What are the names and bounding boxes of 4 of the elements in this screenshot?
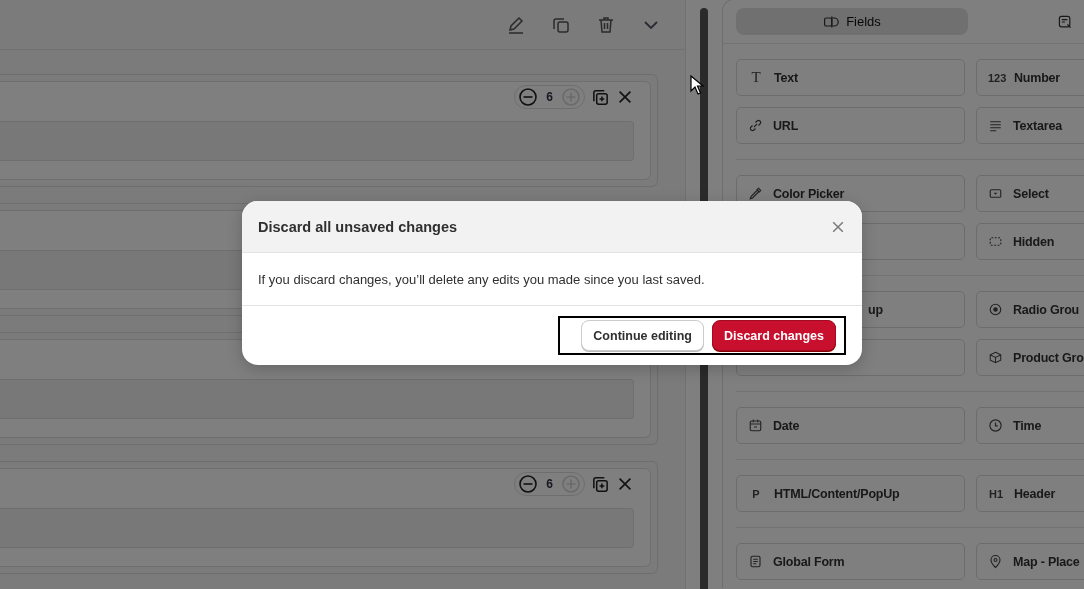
dialog-title: Discard all unsaved changes <box>258 218 458 235</box>
count-value: 6 <box>546 90 553 104</box>
count-value: 6 <box>546 477 553 491</box>
dialog-message: If you discard changes, you’ll delete any edits you made since you last saved. <box>258 271 705 287</box>
